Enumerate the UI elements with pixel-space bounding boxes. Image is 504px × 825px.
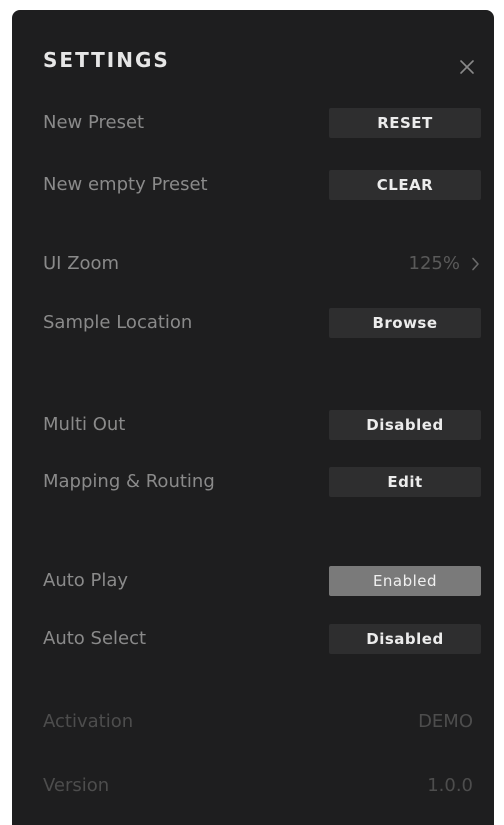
sample-location-label: Sample Location bbox=[43, 312, 193, 333]
row-new-empty-preset: New empty Preset CLEAR bbox=[12, 170, 494, 200]
version-label: Version bbox=[43, 775, 110, 796]
row-ui-zoom: UI Zoom 125% bbox=[12, 249, 494, 279]
ui-zoom-value: 125% bbox=[408, 253, 460, 274]
auto-play-toggle[interactable]: Enabled bbox=[329, 566, 481, 596]
reset-button[interactable]: RESET bbox=[329, 108, 481, 138]
row-version: Version 1.0.0 bbox=[12, 771, 494, 801]
row-mapping-routing: Mapping & Routing Edit bbox=[12, 467, 494, 497]
auto-select-label: Auto Select bbox=[43, 628, 147, 649]
row-new-preset: New Preset RESET bbox=[12, 108, 494, 138]
chevron-right-icon bbox=[471, 257, 480, 271]
mapping-routing-label: Mapping & Routing bbox=[43, 471, 215, 492]
row-multi-out: Multi Out Disabled bbox=[12, 410, 494, 440]
auto-play-label: Auto Play bbox=[43, 570, 129, 591]
row-sample-location: Sample Location Browse bbox=[12, 308, 494, 338]
version-value: 1.0.0 bbox=[427, 775, 473, 796]
activation-label: Activation bbox=[43, 711, 134, 732]
new-preset-label: New Preset bbox=[43, 112, 145, 133]
row-auto-select: Auto Select Disabled bbox=[12, 624, 494, 654]
row-auto-play: Auto Play Enabled bbox=[12, 566, 494, 596]
close-button[interactable] bbox=[458, 58, 476, 76]
close-icon bbox=[458, 58, 476, 76]
browse-button[interactable]: Browse bbox=[329, 308, 481, 338]
multi-out-label: Multi Out bbox=[43, 414, 126, 435]
settings-panel: SETTINGS New Preset RESET New empty Pres… bbox=[12, 10, 494, 825]
edit-button[interactable]: Edit bbox=[329, 467, 481, 497]
activation-value: DEMO bbox=[418, 711, 473, 732]
ui-zoom-selector[interactable]: 125% bbox=[388, 249, 488, 279]
multi-out-toggle[interactable]: Disabled bbox=[329, 410, 481, 440]
ui-zoom-label: UI Zoom bbox=[43, 253, 120, 274]
row-activation: Activation DEMO bbox=[12, 707, 494, 737]
new-empty-preset-label: New empty Preset bbox=[43, 174, 208, 195]
panel-title: SETTINGS bbox=[43, 48, 170, 72]
auto-select-toggle[interactable]: Disabled bbox=[329, 624, 481, 654]
clear-button[interactable]: CLEAR bbox=[329, 170, 481, 200]
